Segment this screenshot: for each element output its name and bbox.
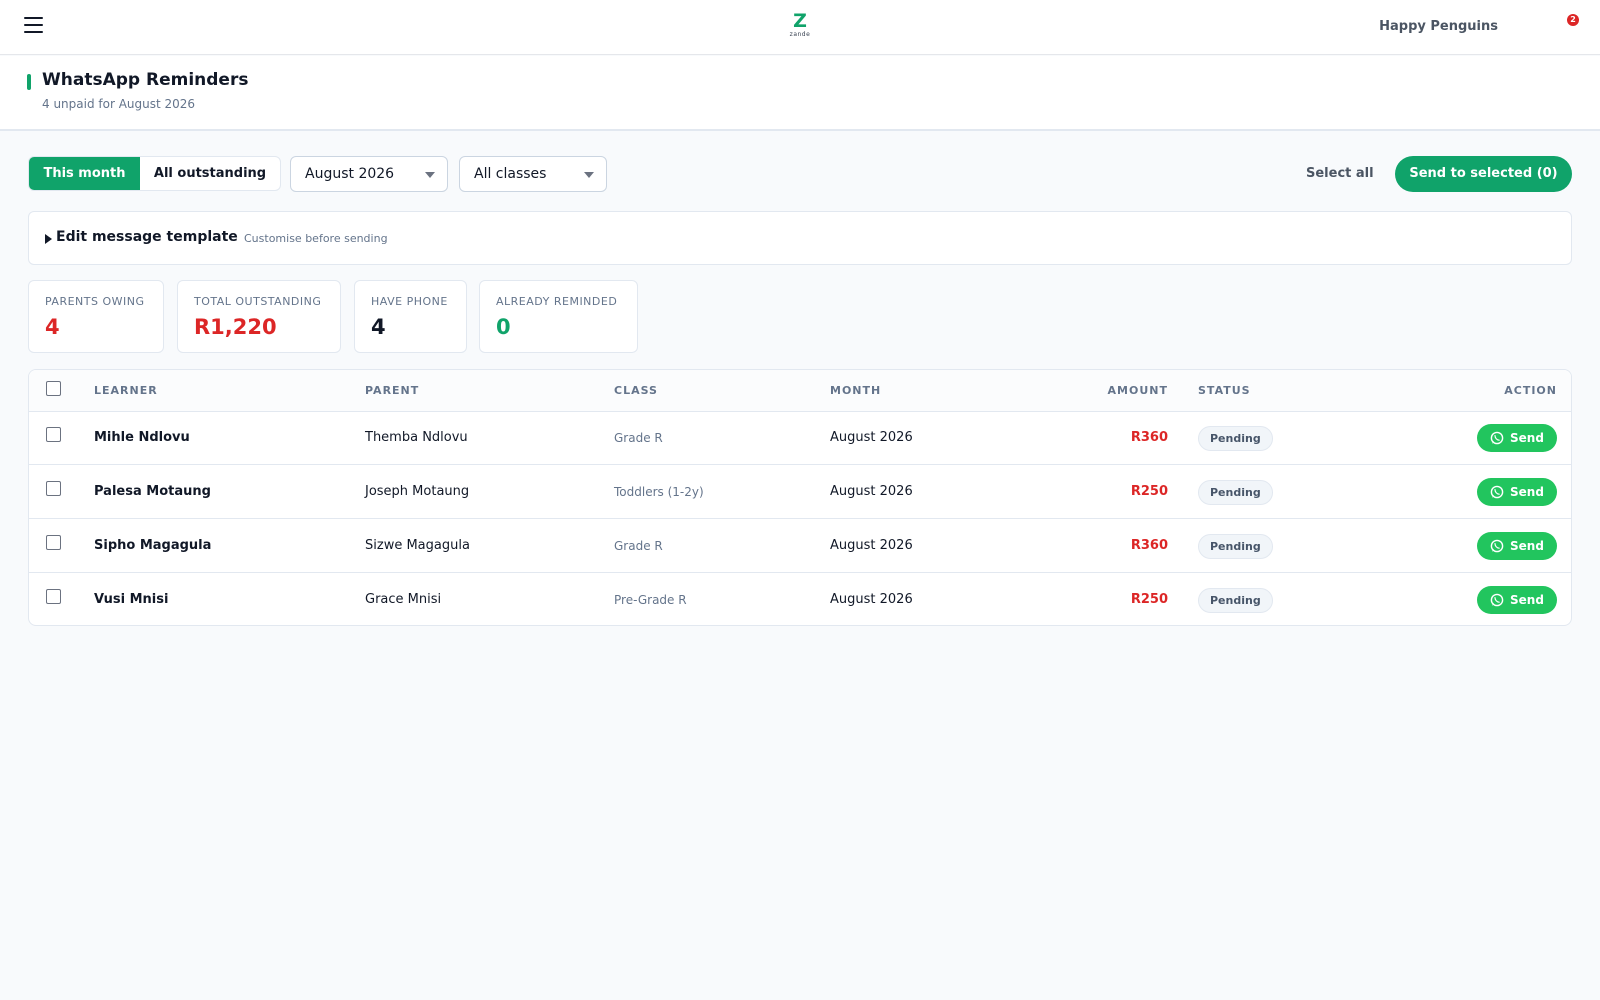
send-button-label: Send bbox=[1510, 431, 1544, 445]
logo-mark: Z bbox=[793, 10, 807, 32]
select-all-button[interactable]: Select all bbox=[1306, 166, 1374, 181]
page-header: WhatsApp Reminders 4 unpaid for August 2… bbox=[0, 56, 1600, 131]
whatsapp-icon bbox=[1490, 485, 1504, 499]
table-row: Palesa Motaung Joseph Motaung Toddlers (… bbox=[29, 466, 1571, 519]
row-checkbox[interactable] bbox=[46, 589, 61, 604]
month-select-value: August 2026 bbox=[305, 166, 395, 182]
expand-triangle-icon bbox=[45, 234, 52, 244]
send-whatsapp-button[interactable]: Send bbox=[1477, 586, 1557, 614]
stat-label: HAVE PHONE bbox=[371, 295, 448, 308]
notification-badge[interactable]: 2 bbox=[1567, 14, 1579, 26]
column-header-action: ACTION bbox=[1504, 384, 1557, 397]
whatsapp-icon bbox=[1490, 431, 1504, 445]
school-name[interactable]: Happy Penguins bbox=[1379, 19, 1498, 34]
stat-card-total-outstanding: TOTAL OUTSTANDING R1,220 bbox=[177, 280, 341, 353]
column-header-learner: LEARNER bbox=[94, 384, 158, 397]
column-header-month: MONTH bbox=[830, 384, 882, 397]
class-select-value: All classes bbox=[474, 166, 547, 182]
parent-name: Sizwe Magagula bbox=[365, 538, 470, 553]
stat-card-already-reminded: ALREADY REMINDED 0 bbox=[479, 280, 638, 353]
stat-card-parents-owing: PARENTS OWING 4 bbox=[28, 280, 164, 353]
logo[interactable]: Z zande bbox=[787, 10, 813, 39]
chevron-down-icon bbox=[584, 172, 594, 178]
send-button-label: Send bbox=[1510, 539, 1544, 553]
status-badge: Pending bbox=[1198, 534, 1273, 559]
month-select[interactable]: August 2026 bbox=[290, 156, 448, 192]
month: August 2026 bbox=[830, 430, 913, 445]
amount: R250 bbox=[1130, 592, 1168, 607]
amount: R360 bbox=[1130, 430, 1168, 445]
logo-wordmark: zande bbox=[789, 31, 811, 38]
month: August 2026 bbox=[830, 484, 913, 499]
table-header: LEARNER PARENT CLASS MONTH AMOUNT STATUS… bbox=[29, 370, 1571, 412]
class-name: Toddlers (1-2y) bbox=[614, 485, 704, 499]
parent-name: Themba Ndlovu bbox=[365, 430, 468, 445]
column-header-amount: AMOUNT bbox=[1107, 384, 1168, 397]
period-toggle: This month All outstanding bbox=[28, 156, 281, 191]
class-name: Pre-Grade R bbox=[614, 593, 687, 607]
column-header-class: CLASS bbox=[614, 384, 658, 397]
table-row: Vusi Mnisi Grace Mnisi Pre-Grade R Augus… bbox=[29, 574, 1571, 625]
send-whatsapp-button[interactable]: Send bbox=[1477, 478, 1557, 506]
stat-value: 4 bbox=[45, 315, 60, 339]
learner-name: Palesa Motaung bbox=[94, 484, 211, 499]
send-whatsapp-button[interactable]: Send bbox=[1477, 424, 1557, 452]
stat-label: PARENTS OWING bbox=[45, 295, 145, 308]
template-hint: Customise before sending bbox=[244, 232, 388, 245]
parent-name: Joseph Motaung bbox=[365, 484, 470, 499]
send-whatsapp-button[interactable]: Send bbox=[1477, 532, 1557, 560]
tab-this-month[interactable]: This month bbox=[29, 157, 140, 190]
row-checkbox[interactable] bbox=[46, 535, 61, 550]
status-badge: Pending bbox=[1198, 426, 1273, 451]
stat-card-have-phone: HAVE PHONE 4 bbox=[354, 280, 467, 353]
chevron-down-icon bbox=[425, 172, 435, 178]
amount: R360 bbox=[1130, 538, 1168, 553]
send-to-selected-button[interactable]: Send to selected (0) bbox=[1395, 156, 1572, 192]
stat-value: 0 bbox=[496, 315, 511, 339]
tab-all-outstanding[interactable]: All outstanding bbox=[140, 157, 280, 190]
learner-name: Sipho Magagula bbox=[94, 538, 212, 553]
class-select[interactable]: All classes bbox=[459, 156, 607, 192]
stat-label: TOTAL OUTSTANDING bbox=[194, 295, 322, 308]
column-header-parent: PARENT bbox=[365, 384, 420, 397]
month: August 2026 bbox=[830, 538, 913, 553]
class-name: Grade R bbox=[614, 431, 663, 445]
whatsapp-icon bbox=[1490, 593, 1504, 607]
send-button-label: Send bbox=[1510, 593, 1544, 607]
page-title: WhatsApp Reminders bbox=[42, 70, 249, 90]
parent-name: Grace Mnisi bbox=[365, 592, 442, 607]
row-checkbox[interactable] bbox=[46, 481, 61, 496]
learner-name: Vusi Mnisi bbox=[94, 592, 169, 607]
top-bar: Z zande Happy Penguins 2 bbox=[0, 0, 1600, 55]
table-row: Sipho Magagula Sizwe Magagula Grade R Au… bbox=[29, 520, 1571, 573]
title-accent-bar bbox=[27, 74, 31, 90]
stat-label: ALREADY REMINDED bbox=[496, 295, 618, 308]
column-header-status: STATUS bbox=[1198, 384, 1251, 397]
send-button-label: Send bbox=[1510, 485, 1544, 499]
status-badge: Pending bbox=[1198, 588, 1273, 613]
learner-name: Mihle Ndlovu bbox=[94, 430, 190, 445]
month: August 2026 bbox=[830, 592, 913, 607]
row-checkbox[interactable] bbox=[46, 427, 61, 442]
amount: R250 bbox=[1130, 484, 1168, 499]
select-all-checkbox[interactable] bbox=[46, 381, 61, 396]
hamburger-menu-icon[interactable] bbox=[24, 17, 44, 35]
reminders-table: LEARNER PARENT CLASS MONTH AMOUNT STATUS… bbox=[28, 369, 1572, 626]
stat-value: R1,220 bbox=[194, 315, 277, 339]
status-badge: Pending bbox=[1198, 480, 1273, 505]
table-row: Mihle Ndlovu Themba Ndlovu Grade R Augus… bbox=[29, 412, 1571, 465]
class-name: Grade R bbox=[614, 539, 663, 553]
template-title: Edit message template bbox=[56, 229, 238, 245]
stat-value: 4 bbox=[371, 315, 386, 339]
whatsapp-icon bbox=[1490, 539, 1504, 553]
page-subtitle: 4 unpaid for August 2026 bbox=[42, 97, 196, 111]
message-template-panel[interactable]: Edit message template Customise before s… bbox=[28, 211, 1572, 265]
